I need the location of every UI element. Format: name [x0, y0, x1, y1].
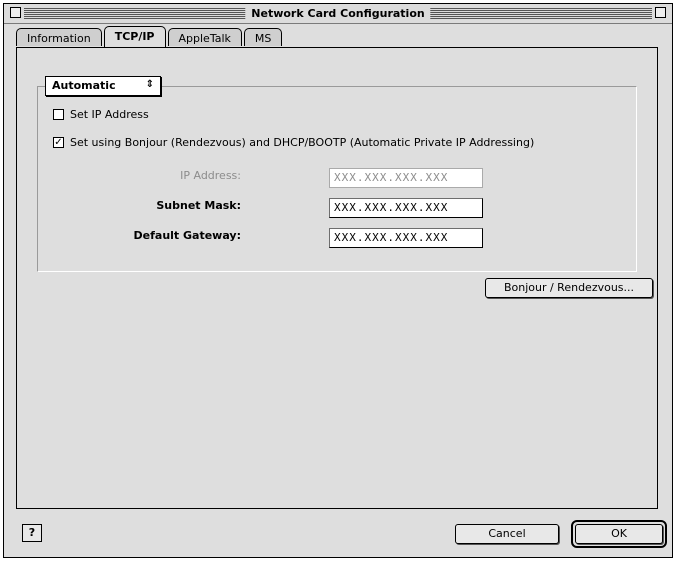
bonjour-rendezvous-button[interactable]: Bonjour / Rendezvous...: [485, 278, 653, 298]
close-box-icon[interactable]: [10, 7, 21, 18]
config-method-value: Automatic: [52, 79, 116, 92]
ip-address-label: IP Address:: [180, 169, 241, 182]
set-ip-address-row[interactable]: Set IP Address: [53, 108, 149, 121]
bonjour-dhcp-checkbox[interactable]: [53, 137, 64, 148]
default-gateway-field[interactable]: XXX.XXX.XXX.XXX: [329, 228, 483, 248]
tab-ms[interactable]: MS: [243, 28, 283, 46]
tab-appletalk[interactable]: AppleTalk: [167, 28, 242, 46]
set-ip-address-checkbox[interactable]: [53, 109, 64, 120]
tab-information[interactable]: Information: [16, 28, 102, 46]
ip-address-field[interactable]: XXX.XXX.XXX.XXX: [329, 168, 483, 188]
help-button[interactable]: ?: [22, 524, 42, 542]
config-method-select[interactable]: Automatic ⇕: [45, 76, 161, 96]
tab-tcpip[interactable]: TCP/IP: [103, 26, 166, 47]
collapse-box-icon[interactable]: [655, 7, 666, 18]
popup-arrows-icon: ⇕: [145, 79, 154, 90]
bonjour-dhcp-row[interactable]: Set using Bonjour (Rendezvous) and DHCP/…: [53, 136, 534, 149]
subnet-mask-field[interactable]: XXX.XXX.XXX.XXX: [329, 198, 483, 218]
window-title: Network Card Configuration: [245, 6, 431, 21]
tab-panel-tcpip: Automatic ⇕ Set IP Address Set using Bon…: [16, 47, 658, 509]
cancel-button[interactable]: Cancel: [455, 524, 559, 544]
default-gateway-label: Default Gateway:: [133, 229, 241, 242]
set-ip-address-label: Set IP Address: [70, 108, 149, 121]
ok-button[interactable]: OK: [575, 524, 663, 544]
tab-bar: Information TCP/IP AppleTalk MS: [16, 26, 284, 48]
title-bar[interactable]: Network Card Configuration: [4, 4, 672, 24]
bonjour-dhcp-label: Set using Bonjour (Rendezvous) and DHCP/…: [70, 136, 535, 149]
subnet-mask-label: Subnet Mask:: [156, 199, 241, 212]
